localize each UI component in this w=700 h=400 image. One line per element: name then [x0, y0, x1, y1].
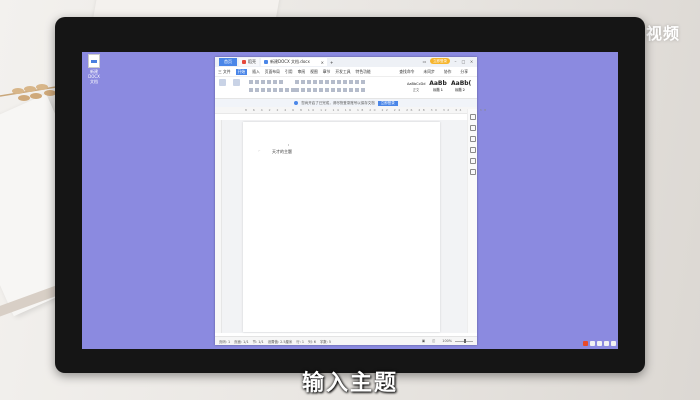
video-subtitle: 输入主题	[301, 371, 398, 396]
tray-input-icon[interactable]	[590, 341, 595, 346]
notice-text: 您尚开启了已完成，请尽快登录账号以保存文档	[301, 100, 375, 105]
document-page[interactable]: ⌐ I 天才的主题	[243, 122, 440, 332]
status-row: 行: 1	[296, 339, 305, 344]
writer-icon	[264, 60, 268, 64]
menu-right-group: 查找命令 未同步 协作 分享	[399, 69, 473, 75]
style-normal-name: 正文	[412, 88, 420, 92]
web-view-icon[interactable]: ◫	[432, 339, 435, 343]
menu-insert[interactable]: 插入	[252, 69, 260, 75]
tab-store-label: 稻壳	[248, 59, 256, 64]
alignment-controls[interactable]	[295, 88, 365, 92]
tab-document-label: 新建DOCX 文档.docx	[270, 59, 310, 64]
tab-document[interactable]: 新建DOCX 文档.docx ×	[261, 58, 327, 66]
window-switch-icon[interactable]: ▭	[422, 59, 427, 64]
menu-reference[interactable]: 引用	[285, 69, 293, 75]
pen-tool-icon[interactable]	[469, 125, 476, 131]
wps-writer-window: 首页 稻壳 新建DOCX 文档.docx × + ▭ 立即登录 – □ × 三 …	[215, 57, 486, 345]
style-gallery: AaBbCcDd 正文 AaBb 标题 1 AaBb( 标题 2	[407, 80, 472, 95]
text-format-controls[interactable]	[249, 88, 295, 92]
style-h2-sample: AaBb(	[451, 80, 472, 87]
title-bar-controls: ▭ 立即登录 – □ ×	[422, 58, 474, 64]
collaborate-button[interactable]: 协作	[444, 69, 452, 75]
notice-login-button[interactable]: 立即登录	[377, 100, 398, 106]
notice-bar: 您尚开启了已完成，请尽快登录账号以保存文档 立即登录	[215, 99, 477, 107]
tray-app-icon[interactable]	[583, 341, 588, 346]
zoom-level[interactable]: 100%	[442, 339, 452, 343]
text-cursor-icon: I	[288, 143, 289, 147]
zoom-slider[interactable]	[455, 339, 473, 343]
menu-section[interactable]: 章节	[323, 69, 331, 75]
ruler-numbers: 8 6 4 2 2 4 6 8 10 12 14 16 18 20 22 24 …	[245, 108, 489, 112]
desktop-screen: 新建DOCX 文档 首页 稻壳 新建DOCX 文档.docx × + ▭ 立即登…	[82, 52, 618, 349]
pointer-tool-icon[interactable]	[469, 136, 476, 142]
shape-tool-icon[interactable]	[469, 158, 476, 164]
tray-settings-icon[interactable]	[611, 341, 616, 346]
side-toolbar	[467, 109, 477, 333]
system-tray	[583, 341, 616, 346]
style-tool-icon[interactable]	[469, 147, 476, 153]
format-painter-icon	[233, 79, 240, 86]
desktop-doc-icon[interactable]: 新建DOCX 文档	[86, 54, 102, 84]
login-button[interactable]: 立即登录	[430, 58, 450, 64]
new-tab-icon[interactable]: +	[330, 60, 333, 65]
format-painter-button[interactable]	[233, 79, 240, 88]
image-tool-icon[interactable]	[469, 169, 476, 175]
view-mode-icon[interactable]: ▣	[422, 339, 425, 343]
menu-home[interactable]: 开始	[235, 68, 248, 75]
close-window-icon[interactable]: ×	[469, 59, 474, 64]
desktop-icon-label: 新建DOCX 文档	[88, 69, 100, 84]
maximize-icon[interactable]: □	[461, 59, 466, 64]
menu-bar: 三 文件 开始 插入 页面布局 引用 审阅 视图 章节 开发工具 特色功能 查找…	[215, 67, 477, 77]
paste-button[interactable]	[219, 79, 226, 88]
tab-home[interactable]: 首页	[219, 58, 237, 66]
monitor-frame: 新建DOCX 文档 首页 稻壳 新建DOCX 文档.docx × + ▭ 立即登…	[55, 17, 645, 373]
doc-file-icon	[88, 54, 100, 68]
vertical-ruler[interactable]	[215, 120, 222, 333]
menu-layout[interactable]: 页面布局	[265, 69, 280, 75]
status-page[interactable]: 页码: 1	[219, 339, 230, 344]
status-section: 节: 1/1	[252, 339, 264, 344]
style-heading-1[interactable]: AaBb 标题 1	[429, 80, 447, 95]
document-workspace: ⌐ I 天才的主题	[215, 120, 468, 333]
menu-file[interactable]: 三 文件	[218, 69, 231, 75]
font-controls[interactable]	[249, 80, 283, 84]
info-icon	[294, 101, 299, 105]
menu-dev-tools[interactable]: 开发工具	[335, 69, 350, 75]
paragraph-controls[interactable]	[295, 80, 365, 84]
style-normal-sample: AaBbCcDd	[407, 82, 426, 86]
menu-view[interactable]: 视图	[310, 69, 318, 75]
status-words[interactable]: 字数: 5	[320, 339, 331, 344]
ribbon-toolbar: AaBbCcDd 正文 AaBb 标题 1 AaBb( 标题 2	[215, 77, 477, 99]
margin-corner-mark: ⌐	[258, 149, 261, 153]
minimize-icon[interactable]: –	[453, 59, 458, 64]
document-text[interactable]: 天才的主题	[272, 149, 292, 155]
tray-volume-icon[interactable]	[604, 341, 609, 346]
style-heading-2[interactable]: AaBb( 标题 2	[451, 80, 472, 95]
status-pages[interactable]: 页面: 1/1	[234, 339, 248, 344]
status-bar: 页码: 1 页面: 1/1 节: 1/1 设置值: 2.5厘米 行: 1 列: …	[215, 336, 477, 345]
style-h1-name: 标题 1	[433, 88, 443, 92]
menu-review[interactable]: 审阅	[298, 69, 306, 75]
share-button[interactable]: 分享	[460, 69, 468, 75]
style-normal[interactable]: AaBbCcDd 正文	[407, 80, 425, 95]
horizontal-ruler[interactable]: 8 6 4 2 2 4 6 8 10 12 14 16 18 20 22 24 …	[215, 107, 486, 114]
select-tool-icon[interactable]	[469, 114, 476, 120]
paste-icon	[219, 79, 226, 86]
close-tab-icon[interactable]: ×	[321, 60, 324, 65]
sync-status[interactable]: 未同步	[423, 69, 434, 75]
store-icon	[242, 60, 246, 64]
status-col: 列: 6	[308, 339, 316, 344]
style-h1-sample: AaBb	[429, 80, 447, 87]
style-h2-name: 标题 2	[455, 88, 465, 92]
search-command[interactable]: 查找命令	[399, 69, 414, 75]
view-controls: ▣ ◫ 100%	[418, 339, 473, 343]
menu-special[interactable]: 特色功能	[356, 69, 371, 75]
title-bar: 首页 稻壳 新建DOCX 文档.docx × + ▭ 立即登录 – □ ×	[215, 57, 477, 67]
tab-store[interactable]: 稻壳	[239, 58, 259, 66]
tray-network-icon[interactable]	[597, 341, 602, 346]
status-settings: 设置值: 2.5厘米	[267, 339, 293, 344]
